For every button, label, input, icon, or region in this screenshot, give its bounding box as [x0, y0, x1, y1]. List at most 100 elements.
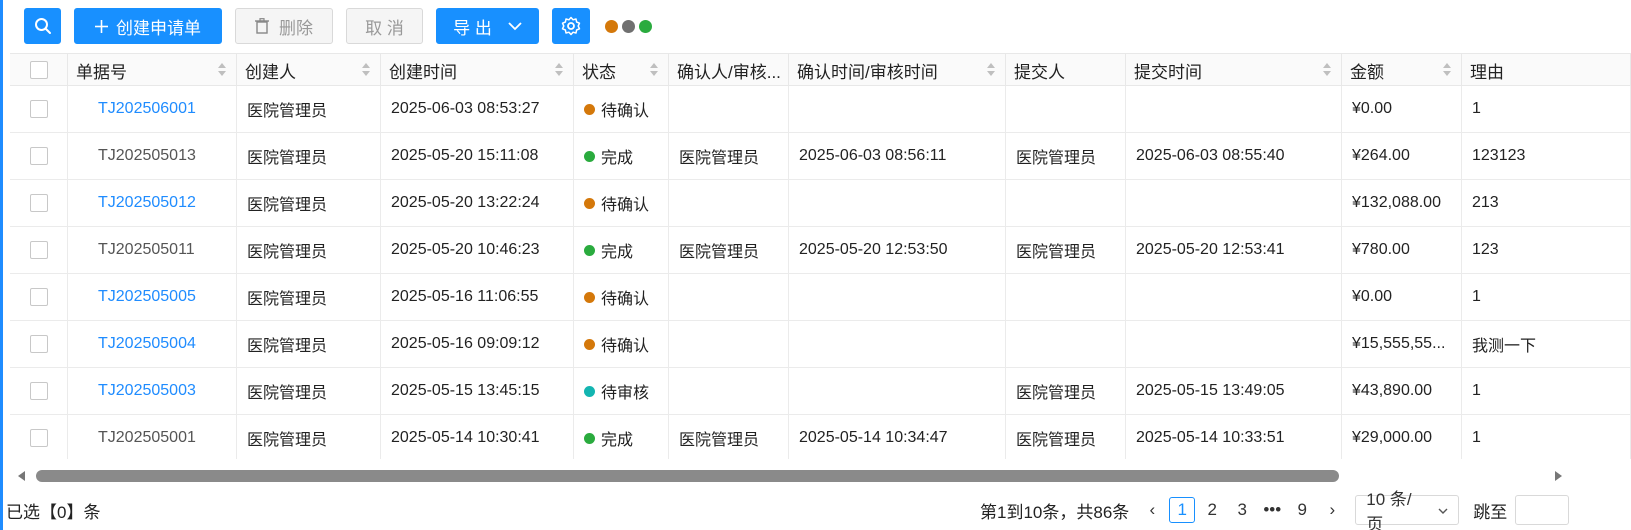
page-number[interactable]: 3: [1229, 497, 1255, 523]
column-header-label: 确认人/审核...: [677, 62, 781, 82]
sort-icon[interactable]: [218, 63, 227, 77]
cell-created-time: 2025-05-16 09:09:12: [381, 321, 574, 367]
status-label: 完成: [601, 150, 634, 167]
settings-button[interactable]: [552, 8, 590, 44]
cell-status: 待确认: [574, 274, 669, 320]
sort-icon[interactable]: [1323, 63, 1332, 77]
sort-icon[interactable]: [650, 63, 659, 77]
window-dots: [605, 19, 656, 33]
column-header-label: 状态: [582, 62, 616, 82]
cell-created-time: 2025-06-03 08:53:27: [381, 86, 574, 132]
table-row[interactable]: TJ202505011 医院管理员 2025-05-20 10:46:23 完成 医院管…: [10, 227, 1631, 274]
cell-submitter: 医院管理员: [1006, 133, 1126, 179]
plus-icon: [95, 19, 108, 33]
request-id-link[interactable]: TJ202505003: [98, 382, 196, 400]
sort-icon[interactable]: [555, 63, 564, 77]
column-header-label: 金额: [1350, 62, 1384, 82]
green-dot-icon: [639, 19, 652, 33]
column-header-amount[interactable]: 金额: [1342, 54, 1462, 86]
column-header-submit-time[interactable]: 提交时间: [1126, 54, 1342, 86]
horizontal-scrollbar[interactable]: [10, 466, 1631, 486]
table-row[interactable]: TJ202505013 医院管理员 2025-05-20 15:11:08 完成 医院管…: [10, 133, 1631, 180]
row-checkbox-cell: [10, 86, 68, 132]
request-id-link[interactable]: TJ202505005: [98, 288, 196, 306]
request-id-link[interactable]: TJ202505013: [98, 147, 196, 165]
cell-amount: ¥780.00: [1342, 227, 1462, 273]
trash-icon: [255, 18, 269, 34]
cell-confirmer: [669, 321, 789, 367]
cell-amount: ¥0.00: [1342, 274, 1462, 320]
delete-button[interactable]: 删除: [235, 8, 333, 44]
column-header-id[interactable]: 单据号: [68, 54, 237, 86]
scroll-right-icon[interactable]: [1555, 471, 1562, 481]
row-checkbox-cell: [10, 368, 68, 414]
scrollbar-thumb[interactable]: [36, 470, 1339, 482]
status-label: 待确认: [601, 291, 650, 308]
cell-created-time: 2025-05-15 13:45:15: [381, 368, 574, 414]
row-checkbox[interactable]: [29, 241, 48, 259]
request-id-link[interactable]: TJ202506001: [98, 100, 196, 118]
column-header-confirm-time[interactable]: 确认时间/审核时间: [789, 54, 1006, 86]
page-ellipsis[interactable]: •••: [1259, 497, 1285, 523]
request-id-link[interactable]: TJ202505001: [98, 429, 196, 447]
cell-creator: 医院管理员: [237, 368, 381, 414]
row-checkbox[interactable]: [29, 382, 48, 400]
sort-icon[interactable]: [987, 63, 996, 77]
row-checkbox-cell: [10, 180, 68, 226]
status-label: 完成: [601, 432, 634, 449]
cell-submitter: 医院管理员: [1006, 227, 1126, 273]
cell-confirm-time: 2025-05-14 10:34:47: [789, 415, 1006, 459]
row-checkbox[interactable]: [29, 194, 48, 212]
table-header: 单据号 创建人 创建时间 状态 确认人/审核... 确认时间/审核时间 提交人 提交时间 金额 理…: [10, 53, 1631, 86]
export-dropdown-button[interactable]: 导 出: [436, 8, 539, 44]
jump-page-input[interactable]: [1515, 495, 1570, 525]
sort-icon[interactable]: [362, 63, 371, 77]
column-header-reason[interactable]: 理由: [1462, 54, 1631, 86]
create-request-button[interactable]: 创建申请单: [74, 8, 222, 44]
toolbar: 创建申请单 删除 取 消 导 出: [24, 8, 656, 44]
page-number[interactable]: 9: [1289, 497, 1315, 523]
request-id-link[interactable]: TJ202505004: [98, 335, 196, 353]
cell-id: TJ202505012: [68, 180, 237, 226]
row-checkbox[interactable]: [29, 147, 48, 165]
table-row[interactable]: TJ202505012 医院管理员 2025-05-20 13:22:24 待确认 ¥1…: [10, 180, 1631, 227]
table-row[interactable]: TJ202505001 医院管理员 2025-05-14 10:30:41 完成 医院管…: [10, 415, 1631, 459]
column-header-creator[interactable]: 创建人: [237, 54, 381, 86]
cell-status: 待确认: [574, 321, 669, 367]
request-id-link[interactable]: TJ202505012: [98, 194, 196, 212]
cancel-button[interactable]: 取 消: [346, 8, 423, 44]
table-row[interactable]: TJ202505003 医院管理员 2025-05-15 13:45:15 待审核 医院…: [10, 368, 1631, 415]
search-button[interactable]: [24, 8, 61, 44]
row-checkbox[interactable]: [29, 335, 48, 353]
page-size-select[interactable]: 10 条/页: [1355, 490, 1460, 530]
column-header-label: 提交人: [1014, 62, 1065, 82]
next-page-icon[interactable]: ›: [1319, 497, 1345, 523]
page-number[interactable]: 1: [1169, 497, 1196, 523]
table-row[interactable]: TJ202505005 医院管理员 2025-05-16 11:06:55 待确认 ¥0…: [10, 274, 1631, 321]
export-label: 导 出: [453, 18, 492, 38]
cell-creator: 医院管理员: [237, 274, 381, 320]
prev-page-icon[interactable]: ‹: [1139, 497, 1165, 523]
row-checkbox[interactable]: [29, 429, 48, 447]
sort-icon[interactable]: [1443, 63, 1452, 77]
cell-id: TJ202505001: [68, 415, 237, 459]
cell-reason: 1: [1462, 415, 1631, 459]
cell-reason: 1: [1462, 274, 1631, 320]
table-row[interactable]: TJ202506001 医院管理员 2025-06-03 08:53:27 待确认 ¥0…: [10, 86, 1631, 133]
delete-label: 删除: [279, 18, 313, 38]
column-header-created-time[interactable]: 创建时间: [381, 54, 574, 86]
table-row[interactable]: TJ202505004 医院管理员 2025-05-16 09:09:12 待确认 ¥1…: [10, 321, 1631, 368]
select-all-checkbox[interactable]: [29, 61, 48, 79]
column-header-submitter[interactable]: 提交人: [1006, 54, 1126, 86]
row-checkbox[interactable]: [29, 288, 48, 306]
left-edge-accent: [0, 0, 3, 530]
scroll-left-icon[interactable]: [18, 471, 25, 481]
orange-dot-icon: [605, 19, 618, 33]
cell-created-time: 2025-05-14 10:30:41: [381, 415, 574, 459]
column-header-status[interactable]: 状态: [574, 54, 669, 86]
request-id-link[interactable]: TJ202505011: [98, 241, 195, 259]
cell-confirmer: 医院管理员: [669, 415, 789, 459]
row-checkbox[interactable]: [29, 100, 48, 118]
page-number[interactable]: 2: [1199, 497, 1225, 523]
column-header-confirmer[interactable]: 确认人/审核...: [669, 54, 789, 86]
